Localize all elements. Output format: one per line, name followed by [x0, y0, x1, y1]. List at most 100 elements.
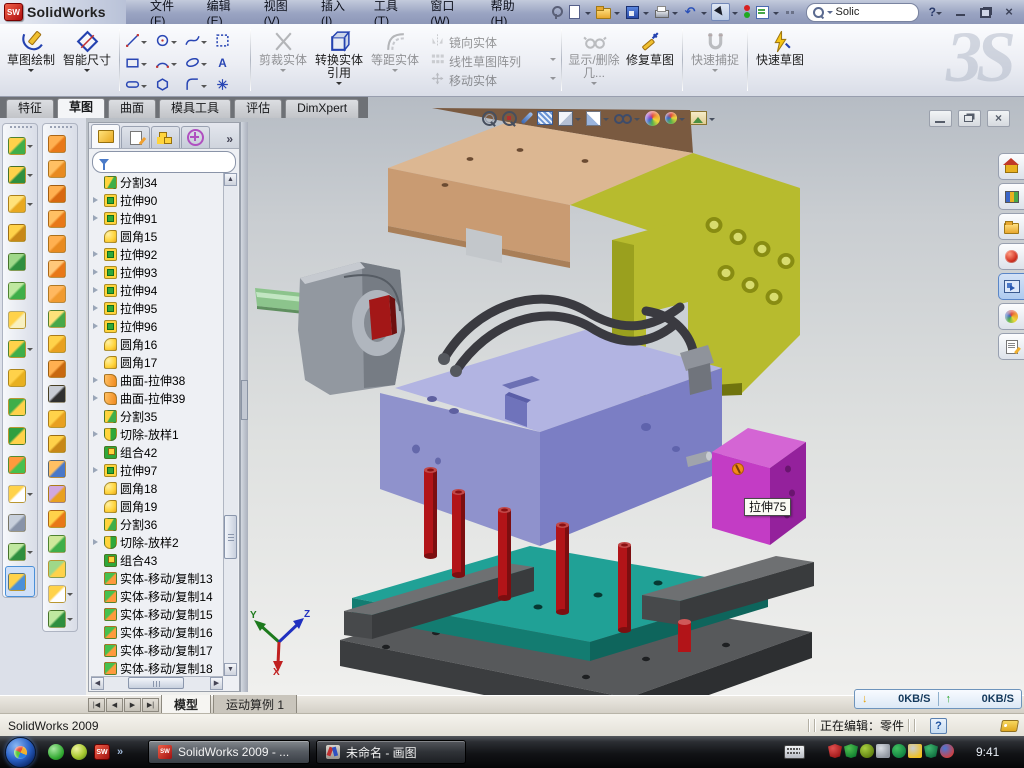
- panel-splitter[interactable]: [240, 122, 248, 692]
- fillet-tool[interactable]: [3, 189, 37, 218]
- hole-wizard-tool[interactable]: [3, 305, 37, 334]
- move-copy-body-tool[interactable]: [3, 450, 37, 479]
- feature-tree-item[interactable]: 圆角16: [91, 335, 223, 353]
- propertymanager-tab[interactable]: [121, 126, 150, 148]
- draft-tool[interactable]: [3, 276, 37, 305]
- feature-tree-item[interactable]: 分割36: [91, 515, 223, 533]
- print-icon[interactable]: [653, 4, 670, 20]
- rib-tool[interactable]: [3, 363, 37, 392]
- feature-tree-item[interactable]: 圆角17: [91, 353, 223, 371]
- solidworks-quicklaunch-icon[interactable]: SW: [94, 744, 110, 760]
- feature-tree-item[interactable]: 实体-移动/复制16: [91, 623, 223, 641]
- dropdown-caret-icon[interactable]: [171, 63, 177, 69]
- select-icon[interactable]: [711, 3, 730, 21]
- zoom-to-area-button[interactable]: [502, 111, 517, 126]
- convert-entities-button[interactable]: 转换实体引用: [313, 29, 365, 88]
- apply-scene-button[interactable]: [645, 111, 660, 126]
- dropdown-caret-icon[interactable]: [28, 69, 34, 75]
- dropdown-caret-icon[interactable]: [575, 118, 581, 124]
- ruled-surface-tool[interactable]: [43, 356, 77, 381]
- combine-tool[interactable]: [3, 421, 37, 450]
- expand-arrow-icon[interactable]: [93, 251, 101, 257]
- dropdown-caret-icon[interactable]: [591, 82, 597, 88]
- expand-arrow-icon[interactable]: [93, 377, 101, 383]
- rectangle-icon[interactable]: [125, 53, 155, 75]
- polygon-icon[interactable]: [155, 75, 185, 97]
- feature-tree-item[interactable]: 实体-移动/复制15: [91, 605, 223, 623]
- next-tab-button[interactable]: ▶: [124, 698, 141, 712]
- messenger-status-icon[interactable]: [940, 744, 954, 758]
- feature-tree-item[interactable]: 拉伸90: [91, 191, 223, 209]
- dropdown-caret-icon[interactable]: [709, 118, 715, 124]
- extruded-boss-tool[interactable]: [3, 131, 37, 160]
- options-dropdown-icon[interactable]: [773, 12, 779, 18]
- planar-surface-tool[interactable]: [43, 281, 77, 306]
- expand-arrow-icon[interactable]: [93, 269, 101, 275]
- expand-arrow-icon[interactable]: [93, 305, 101, 311]
- view-setting-button[interactable]: [690, 111, 715, 125]
- feature-tree-item[interactable]: 分割34: [91, 173, 223, 191]
- offset-entities-button[interactable]: 等距实体: [369, 29, 421, 88]
- filled-surface-tool[interactable]: [43, 306, 77, 331]
- feature-tree-item[interactable]: 组合42: [91, 443, 223, 461]
- freeform-tool[interactable]: [43, 506, 77, 531]
- feature-tree-item[interactable]: 实体-移动/复制17: [91, 641, 223, 659]
- revolved-surface-tool[interactable]: [43, 156, 77, 181]
- search-dropdown-icon[interactable]: [827, 11, 833, 17]
- previous-view-button[interactable]: [522, 111, 532, 125]
- expand-arrow-icon[interactable]: [93, 539, 101, 545]
- tree-vertical-scrollbar[interactable]: ▲ ▼: [223, 173, 238, 676]
- custom-properties-tab[interactable]: [998, 333, 1024, 360]
- quick-tips-icon[interactable]: ?: [930, 718, 947, 734]
- dropdown-caret-icon[interactable]: [679, 118, 685, 124]
- antivirus-icon[interactable]: [844, 744, 858, 758]
- filter-input[interactable]: [113, 154, 217, 170]
- thicken-tool[interactable]: [43, 556, 77, 581]
- dropdown-caret-icon[interactable]: [201, 41, 207, 47]
- view-palette-tab[interactable]: [998, 273, 1024, 300]
- spline-tool-tool[interactable]: [3, 537, 37, 566]
- doc-restore-button[interactable]: [958, 110, 981, 127]
- zoom-to-fit-button[interactable]: [482, 111, 497, 126]
- quicklaunch-overflow-icon[interactable]: »: [117, 746, 123, 758]
- toolbar-overflow-icon[interactable]: [783, 4, 800, 20]
- open-icon[interactable]: [595, 4, 612, 20]
- dropdown-caret-icon[interactable]: [27, 348, 33, 354]
- defender-icon[interactable]: [924, 744, 938, 758]
- dropdown-caret-icon[interactable]: [201, 85, 207, 91]
- display-delete-relations-button[interactable]: 显示/删除几...: [568, 29, 620, 88]
- dimxpertmanager-tab[interactable]: [181, 126, 210, 148]
- extruded-surface-tool[interactable]: [43, 131, 77, 156]
- feature-tree-item[interactable]: 圆角18: [91, 479, 223, 497]
- feature-tree-item[interactable]: 曲面-拉伸38: [91, 371, 223, 389]
- command-tab[interactable]: 草图: [57, 98, 105, 118]
- offset-surface-tool[interactable]: [43, 256, 77, 281]
- dropdown-caret-icon[interactable]: [634, 118, 640, 124]
- line-icon[interactable]: [125, 31, 155, 53]
- dropdown-caret-icon[interactable]: [392, 69, 398, 75]
- expand-arrow-icon[interactable]: [93, 215, 101, 221]
- tag-icon[interactable]: [1000, 720, 1019, 732]
- prev-tab-button[interactable]: ◀: [106, 698, 123, 712]
- dropdown-caret-icon[interactable]: [27, 203, 33, 209]
- command-tab[interactable]: 模具工具: [159, 99, 231, 118]
- feature-tree-item[interactable]: 拉伸97: [91, 461, 223, 479]
- pin-icon[interactable]: [547, 4, 564, 20]
- photoworks-tab[interactable]: [998, 243, 1024, 270]
- dropdown-caret-icon[interactable]: [603, 118, 609, 124]
- select-dropdown-icon[interactable]: [732, 12, 738, 18]
- doc-close-button[interactable]: ×: [987, 110, 1010, 127]
- expand-arrow-icon[interactable]: [93, 431, 101, 437]
- dropdown-caret-icon[interactable]: [27, 174, 33, 180]
- replace-face-tool[interactable]: [43, 406, 77, 431]
- dropdown-caret-icon[interactable]: [171, 41, 177, 47]
- dropdown-caret-icon[interactable]: [336, 82, 342, 88]
- configurationmanager-tab[interactable]: [151, 126, 180, 148]
- taskbar-button-paint[interactable]: 未命名 - 画图: [316, 740, 466, 764]
- dropdown-caret-icon[interactable]: [27, 145, 33, 151]
- boundary-surface-tool[interactable]: [43, 231, 77, 256]
- circle-icon[interactable]: [155, 31, 185, 53]
- input-language-icon[interactable]: [784, 745, 805, 759]
- security-center-icon[interactable]: [828, 744, 842, 758]
- volume-icon[interactable]: [876, 744, 890, 758]
